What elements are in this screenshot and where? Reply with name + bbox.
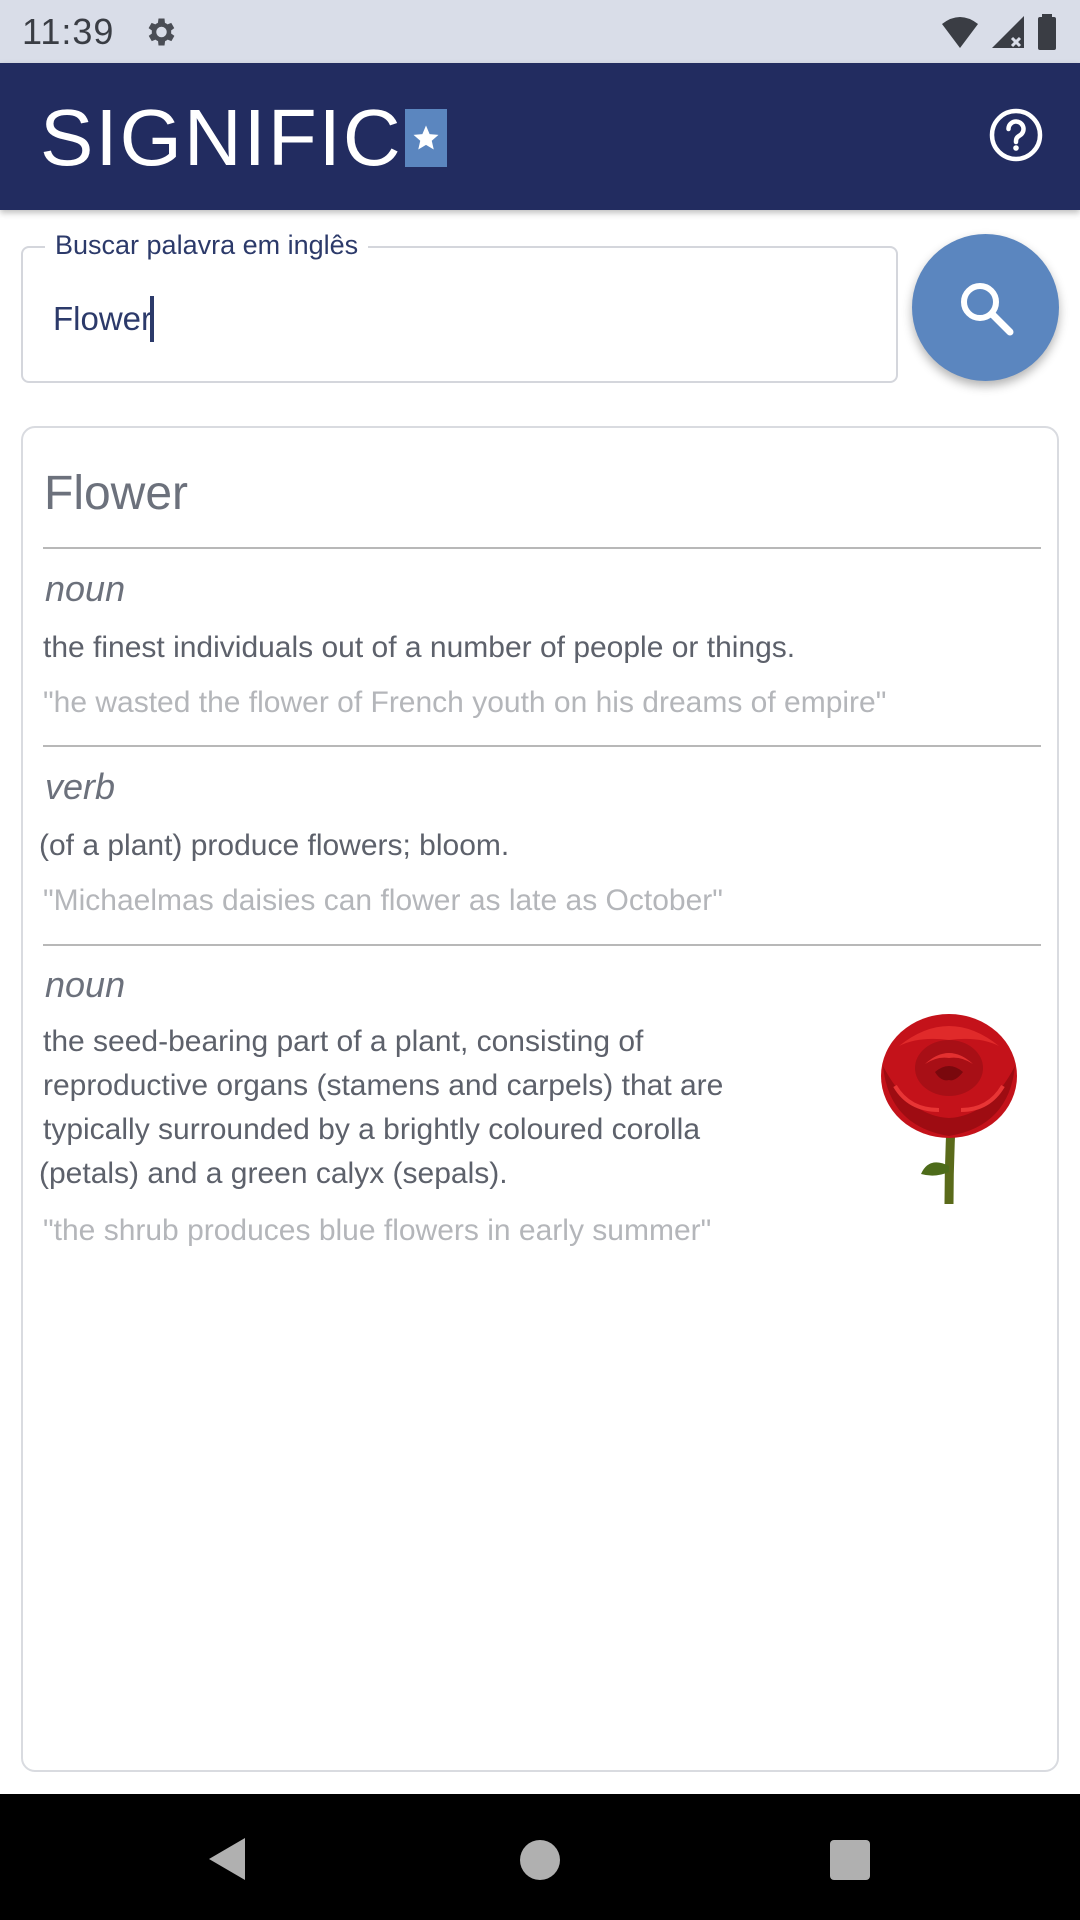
example-text: "he wasted the flower of French youth on… xyxy=(43,686,887,719)
back-icon[interactable] xyxy=(205,1836,249,1882)
search-button[interactable] xyxy=(912,234,1059,381)
status-time: 11:39 xyxy=(22,10,115,52)
help-icon[interactable] xyxy=(988,107,1044,163)
search-input-value: Flower xyxy=(53,300,153,337)
example-text: "Michaelmas daisies can flower as late a… xyxy=(43,884,723,917)
logo-text: SIGNIFIC xyxy=(40,93,403,182)
definition-line: the seed-bearing part of a plant, consis… xyxy=(43,1025,644,1058)
text-caret xyxy=(150,296,155,342)
settings-gear-icon xyxy=(149,18,175,45)
definition-line: reproductive organs (stamens and carpels… xyxy=(43,1069,724,1102)
example-text: "the shrub produces blue flowers in earl… xyxy=(43,1214,712,1247)
part-of-speech: noun xyxy=(45,964,126,1005)
cell-signal-icon xyxy=(992,15,1024,48)
app-bar: SIGNIFIC xyxy=(0,63,1080,210)
home-icon[interactable] xyxy=(520,1840,560,1880)
definition-text: (of a plant) produce flowers; bloom. xyxy=(39,829,510,862)
definition-line: typically surrounded by a brightly colou… xyxy=(43,1113,701,1146)
search-label: Buscar palavra em inglês xyxy=(45,230,369,261)
battery-icon xyxy=(1038,13,1056,50)
rose-image xyxy=(881,1014,1017,1205)
search-input[interactable]: Flower xyxy=(53,296,155,342)
divider xyxy=(43,547,1041,549)
part-of-speech: verb xyxy=(45,766,116,807)
search-icon xyxy=(960,282,1013,335)
definition-line: (petals) and a green calyx (sepals). xyxy=(39,1157,508,1190)
part-of-speech: noun xyxy=(45,568,126,609)
definition-card: Flower noun the finest individuals out o… xyxy=(21,426,1059,1772)
divider xyxy=(43,944,1041,946)
definition-text: the seed-bearing part of a plant, consis… xyxy=(39,1020,724,1196)
search-field[interactable]: Buscar palavra em inglês Flower xyxy=(21,230,898,383)
divider xyxy=(43,745,1041,747)
status-bar: 11:39 xyxy=(0,0,1080,63)
word-title: Flower xyxy=(44,467,189,520)
app-logo: SIGNIFIC xyxy=(40,93,447,183)
navigation-bar xyxy=(0,1794,1080,1920)
logo-star-icon xyxy=(404,109,447,167)
definition-text: the finest individuals out of a number o… xyxy=(43,631,796,664)
recent-apps-icon[interactable] xyxy=(830,1840,870,1880)
wifi-icon xyxy=(942,16,978,48)
